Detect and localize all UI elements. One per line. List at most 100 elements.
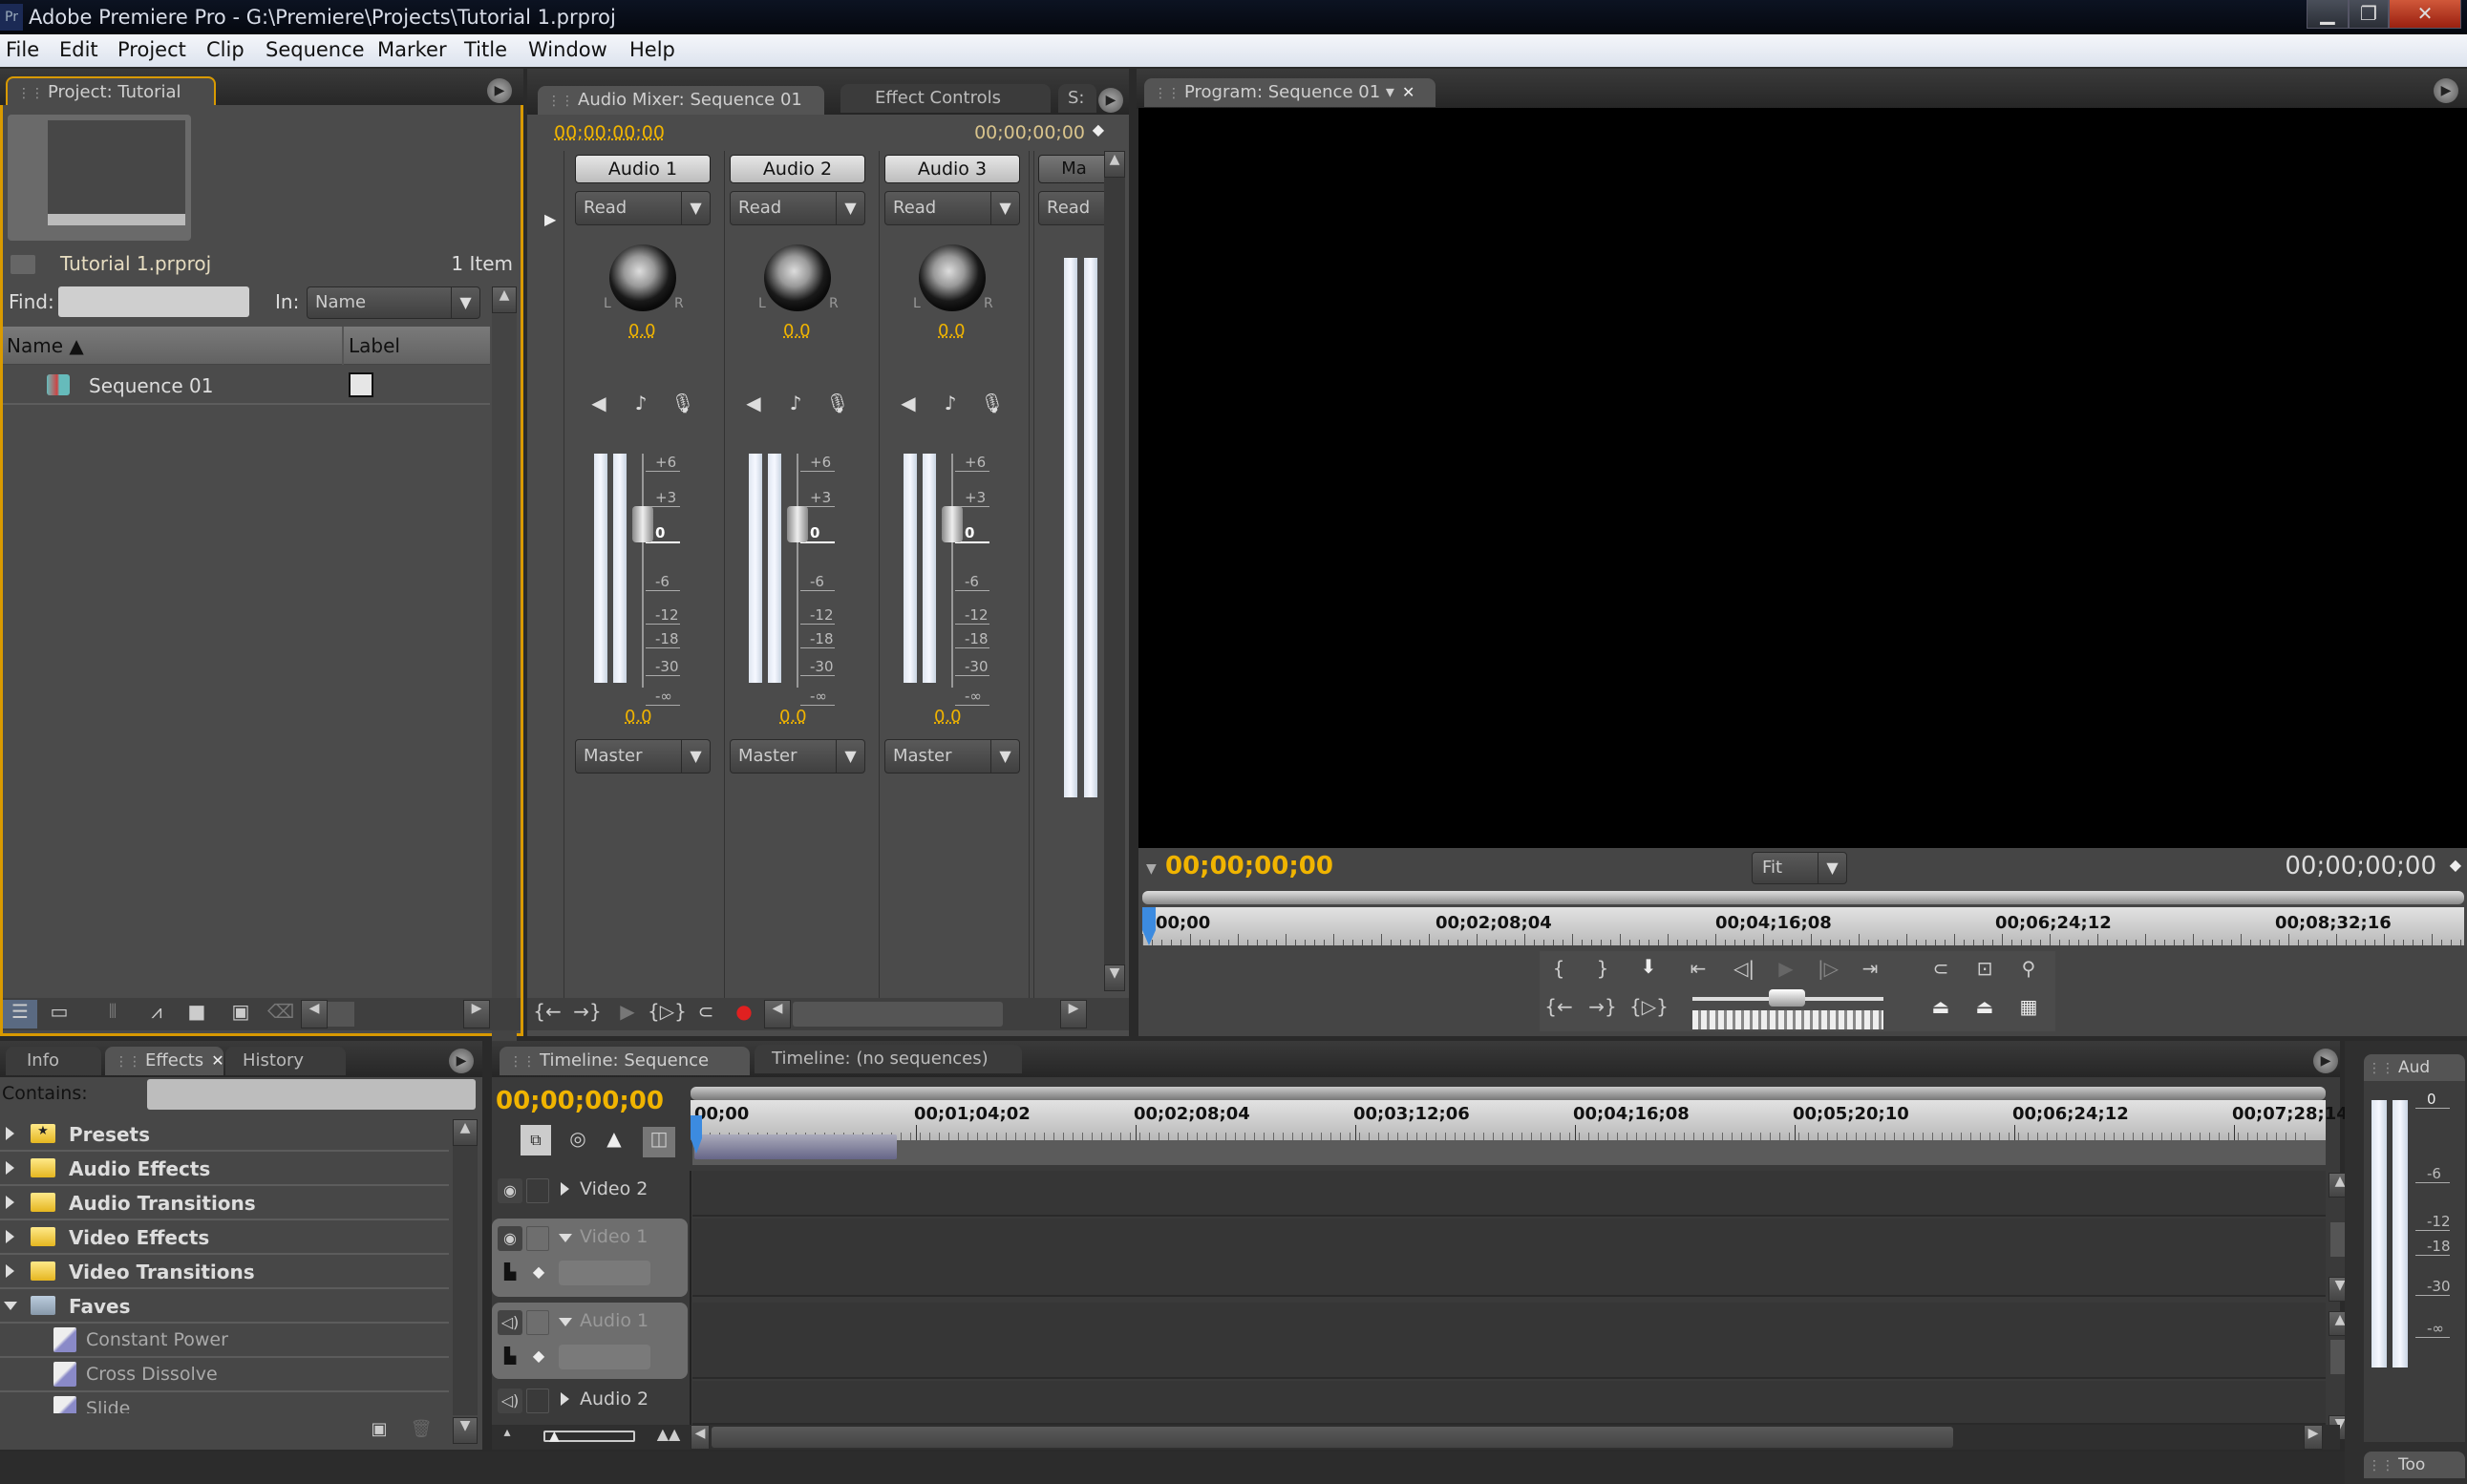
- pan-knob[interactable]: [919, 244, 986, 311]
- go-to-next-edit-icon[interactable]: ⇥: [1851, 957, 1889, 980]
- tree-item[interactable]: Video Transitions: [0, 1255, 449, 1289]
- track-header-audio-2[interactable]: ◁) Audio 2: [492, 1381, 688, 1425]
- volume-fader-handle[interactable]: [787, 506, 808, 542]
- tree-item[interactable]: Cross Dissolve: [0, 1358, 449, 1392]
- record-enable-icon[interactable]: 🎙: [669, 392, 697, 414]
- expand-icon[interactable]: [6, 1161, 14, 1175]
- track-header-video-1[interactable]: ◉ Video 1 ▙ ◆: [492, 1219, 688, 1297]
- pan-knob[interactable]: [764, 244, 831, 311]
- scroll-right-icon[interactable]: ▶: [463, 1000, 490, 1028]
- channel-name-button[interactable]: Audio 3: [884, 155, 1020, 183]
- expand-icon[interactable]: [4, 1302, 17, 1310]
- solo-icon[interactable]: ♪: [936, 392, 965, 414]
- keyframe-icon[interactable]: ◆: [526, 1262, 551, 1281]
- play-icon[interactable]: ▶: [613, 1000, 642, 1023]
- contains-input[interactable]: [147, 1079, 476, 1110]
- menu-clip[interactable]: Clip: [206, 38, 245, 61]
- go-to-in-icon[interactable]: {←: [1540, 995, 1578, 1018]
- tree-item[interactable]: Constant Power: [0, 1324, 449, 1358]
- eye-icon[interactable]: ◉: [498, 1178, 522, 1203]
- panel-menu-icon[interactable]: ▶: [449, 1049, 474, 1073]
- icon-view-icon[interactable]: ▭: [45, 1000, 74, 1023]
- expand-icon[interactable]: [6, 1196, 14, 1209]
- set-out-icon[interactable]: }: [1584, 957, 1622, 980]
- column-label[interactable]: Label: [349, 334, 400, 357]
- close-window-button[interactable]: ✕: [2389, 0, 2461, 29]
- tree-item[interactable]: Slide: [0, 1392, 449, 1413]
- lift-icon[interactable]: ⏏: [1922, 995, 1960, 1018]
- tab-dropdown-icon[interactable]: ▾: [1386, 82, 1394, 102]
- scroll-up-icon[interactable]: ▲: [453, 1119, 478, 1146]
- scroll-left-icon[interactable]: ◀: [764, 1000, 791, 1028]
- expand-icon[interactable]: [6, 1264, 14, 1278]
- tab-timeline-sequence01[interactable]: ⋮⋮Timeline: Sequence 01✕: [500, 1047, 750, 1100]
- fader-track[interactable]: [642, 454, 644, 688]
- tree-item[interactable]: Audio Effects: [0, 1152, 449, 1186]
- scroll-up-icon[interactable]: ▲: [1104, 151, 1125, 178]
- scroll-up-icon[interactable]: ▲: [492, 286, 517, 313]
- go-to-out-icon[interactable]: →}: [573, 1000, 602, 1023]
- menu-help[interactable]: Help: [629, 38, 675, 61]
- pan-knob[interactable]: [609, 244, 676, 311]
- pan-value[interactable]: 0.0: [938, 321, 966, 341]
- project-scrollbar[interactable]: ▲ ▼: [492, 286, 517, 1089]
- speaker-icon[interactable]: ◁): [498, 1389, 522, 1413]
- keyframe-navigator[interactable]: [559, 1345, 650, 1369]
- scroll-down-icon[interactable]: ▼: [1104, 965, 1125, 991]
- mixer-v-scrollbar[interactable]: ▲ ▼: [1104, 151, 1125, 991]
- scroll-left-icon[interactable]: ◀: [301, 1000, 328, 1028]
- timecode-settings-icon[interactable]: ◆: [1093, 120, 1104, 138]
- output-track-dropdown[interactable]: Master ▼: [730, 739, 865, 774]
- panel-menu-icon[interactable]: ▶: [2434, 78, 2458, 103]
- new-bin-icon[interactable]: ■: [182, 1000, 211, 1023]
- eye-icon[interactable]: ◉: [498, 1226, 522, 1251]
- mute-icon[interactable]: ◀: [585, 392, 613, 414]
- menu-window[interactable]: Window: [528, 38, 607, 61]
- find-icon[interactable]: ⩘: [142, 1000, 171, 1023]
- new-item-icon[interactable]: ▣: [226, 1000, 255, 1023]
- display-style-icon[interactable]: ▙: [498, 1262, 522, 1281]
- record-icon[interactable]: ●: [730, 1000, 758, 1023]
- safe-margins-icon[interactable]: ⊡: [1966, 957, 2004, 980]
- output-track-dropdown[interactable]: Master ▼: [884, 739, 1020, 774]
- tab-info[interactable]: Info: [6, 1047, 101, 1075]
- loop-icon[interactable]: ⊂: [1922, 957, 1960, 980]
- track-header-video-2[interactable]: ◉ Video 2: [492, 1171, 688, 1217]
- set-marker-icon[interactable]: ⬇: [1629, 955, 1668, 978]
- tree-item[interactable]: Faves: [0, 1289, 449, 1324]
- scroll-right-icon[interactable]: ▶: [2304, 1425, 2323, 1450]
- master-automation-dropdown[interactable]: Read: [1038, 191, 1110, 225]
- play-in-to-out-icon[interactable]: {▷}: [1629, 995, 1669, 1018]
- automation-mode-dropdown[interactable]: Read ▼: [575, 191, 711, 225]
- track-lane[interactable]: [692, 1171, 2326, 1217]
- find-input[interactable]: [58, 286, 249, 317]
- program-current-timecode[interactable]: 00;00;00;00: [1165, 852, 1333, 880]
- volume-fader-handle[interactable]: [632, 506, 653, 542]
- program-time-ruler[interactable]: 00;00 00;02;08;04 00;04;16;08 00;06;24;12 00…: [1142, 907, 2464, 945]
- drag-grip-icon[interactable]: ⋮⋮: [547, 94, 574, 109]
- h-scroll-thumb[interactable]: [793, 1002, 1003, 1027]
- pan-value[interactable]: 0.0: [783, 321, 811, 341]
- track-header-audio-1[interactable]: ◁) Audio 1 ▙ ◆: [492, 1303, 688, 1379]
- timeline-time-ruler[interactable]: 00;00 00;01;04;02 00;02;08;04 00;03;12;06 00…: [691, 1100, 2349, 1140]
- work-area-strip[interactable]: [692, 1140, 2326, 1165]
- go-to-in-icon[interactable]: {←: [533, 1000, 562, 1023]
- solo-icon[interactable]: ♪: [781, 392, 810, 414]
- menu-file[interactable]: File: [6, 38, 39, 61]
- automation-mode-dropdown[interactable]: Read ▼: [730, 191, 865, 225]
- expand-track-icon[interactable]: [561, 1182, 569, 1196]
- automate-icon[interactable]: ⦀: [98, 1000, 127, 1023]
- tab-project[interactable]: ⋮⋮Project: Tutorial 1✕: [6, 76, 216, 132]
- h-scroll-thumb[interactable]: [328, 1002, 354, 1027]
- expand-icon[interactable]: [6, 1230, 14, 1243]
- zoom-slider-handle[interactable]: ▲: [549, 1429, 560, 1444]
- clear-icon[interactable]: ⌫: [266, 1000, 295, 1023]
- set-marker-icon[interactable]: ▲: [601, 1127, 627, 1150]
- zoom-in-icon[interactable]: ▲▲: [654, 1425, 683, 1443]
- output-icon[interactable]: ⚲: [2010, 957, 2048, 980]
- go-to-previous-edit-icon[interactable]: ⇤: [1679, 957, 1717, 980]
- tree-item[interactable]: Audio Transitions: [0, 1186, 449, 1220]
- tab-effect-controls[interactable]: Effect Controls: [840, 84, 1051, 113]
- menu-sequence[interactable]: Sequence: [266, 38, 365, 61]
- volume-fader-handle[interactable]: [942, 506, 963, 542]
